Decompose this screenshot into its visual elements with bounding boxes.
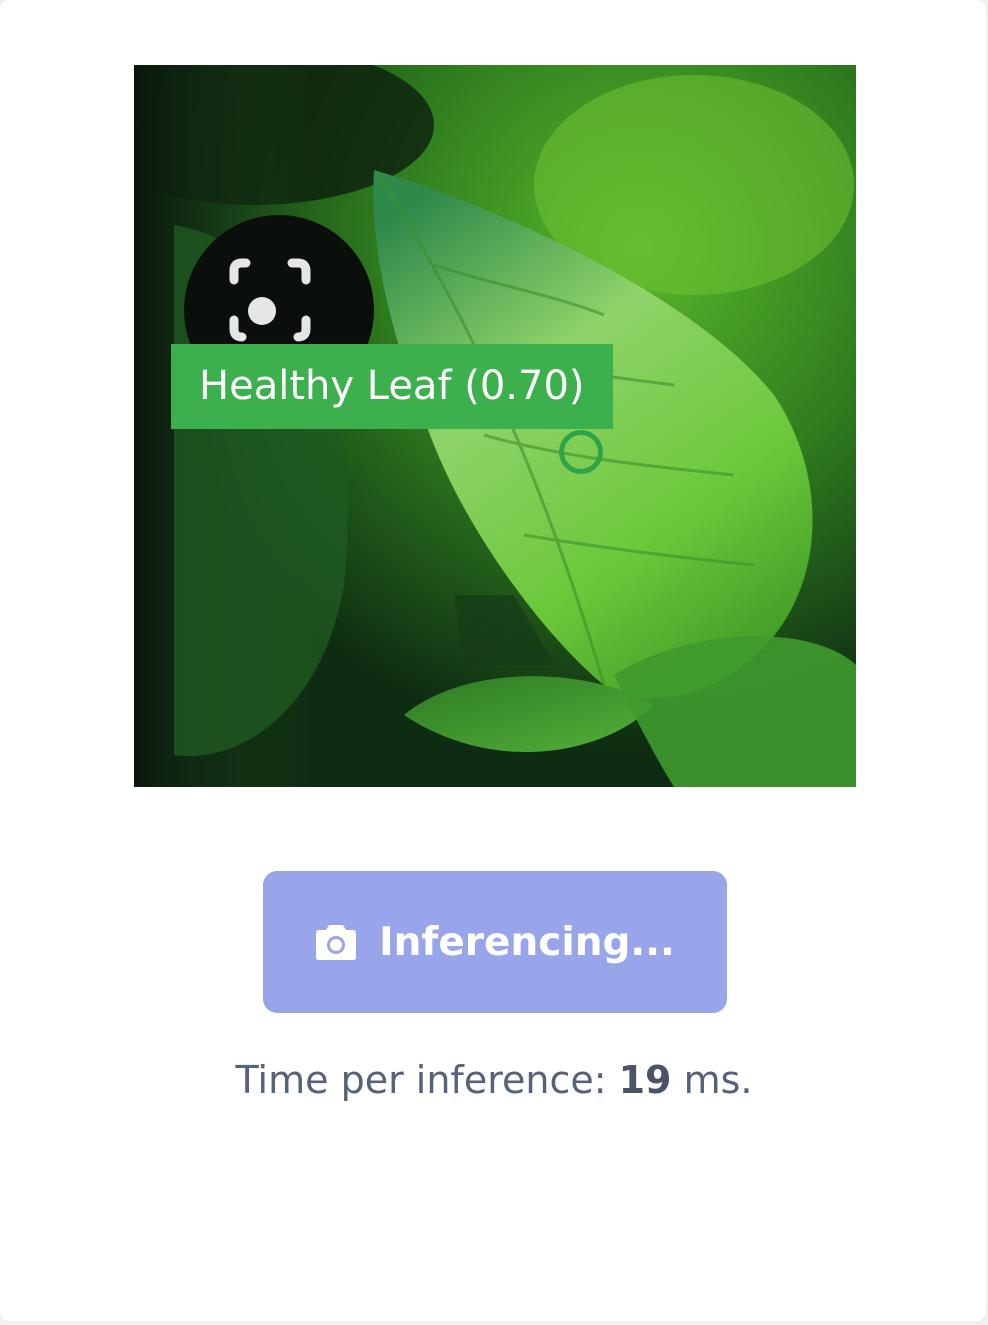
inference-time-prefix: Time per inference: [235,1058,619,1102]
inference-button[interactable]: Inferencing... [263,871,727,1013]
inference-button-label: Inferencing... [379,919,675,965]
main-card: Healthy Leaf (0.70) Inferencing... Time … [0,0,986,1321]
detection-point-marker [559,430,603,474]
inference-time-value: 19 [618,1058,672,1102]
camera-icon [316,925,357,960]
detection-label: Healthy Leaf (0.70) [171,344,613,429]
inference-time-suffix: ms. [671,1058,753,1102]
inference-time-text: Time per inference: 19 ms. [0,1058,988,1102]
